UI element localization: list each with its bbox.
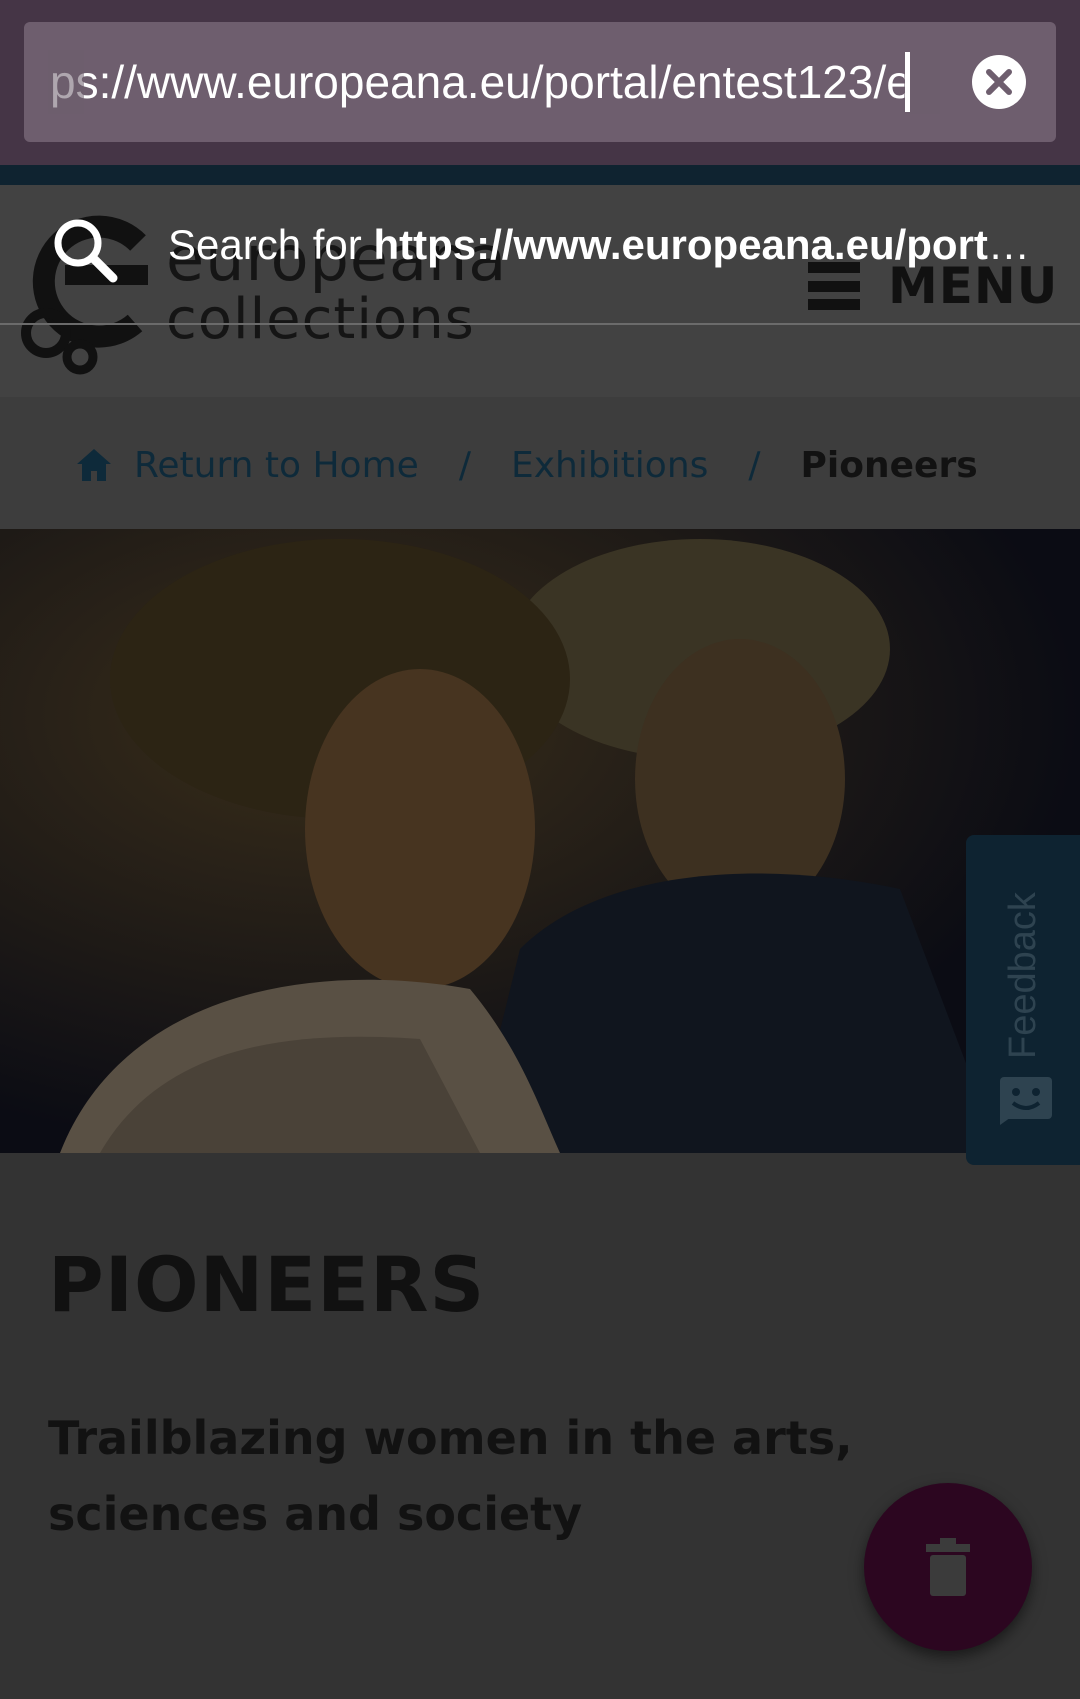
suggestion-prefix: Search for [168, 221, 374, 268]
header-top-strip [0, 165, 1080, 185]
close-icon [986, 69, 1012, 95]
suggestion-text: Search for https://www.europeana.eu/port… [168, 221, 1048, 269]
smiley-chat-icon [1000, 1077, 1052, 1125]
breadcrumb: Return to Home / Exhibitions / Pioneers [74, 440, 978, 490]
url-input[interactable]: ps://www.europeana.eu/portal/entest123/e [24, 22, 1056, 142]
feedback-label: Feedback [1001, 891, 1044, 1059]
url-bar: ps://www.europeana.eu/portal/entest123/e [0, 0, 1080, 165]
home-icon[interactable] [74, 445, 114, 485]
trash-icon [926, 1538, 970, 1596]
feedback-tab[interactable]: Feedback [966, 835, 1080, 1165]
clear-url-button[interactable] [972, 55, 1026, 109]
breadcrumb-separator: / [748, 444, 761, 486]
delete-button[interactable] [864, 1483, 1032, 1651]
search-icon [54, 219, 118, 283]
breadcrumb-separator: / [458, 444, 471, 486]
suggestion-query: https://www.europeana.eu/portal… [373, 221, 1048, 268]
hero-painting [0, 529, 1080, 1153]
search-suggestion[interactable]: Search for https://www.europeana.eu/port… [0, 185, 1080, 325]
page-title: PIONEERS [48, 1240, 486, 1329]
breadcrumb-exhibitions-link[interactable]: Exhibitions [511, 445, 708, 486]
url-fade-left [48, 50, 84, 114]
hero-image [0, 529, 1080, 1153]
breadcrumb-current: Pioneers [800, 444, 978, 486]
breadcrumb-home-link[interactable]: Return to Home [134, 445, 419, 486]
text-cursor [905, 52, 910, 112]
url-text[interactable]: ps://www.europeana.eu/portal/entest123/e [50, 22, 940, 142]
